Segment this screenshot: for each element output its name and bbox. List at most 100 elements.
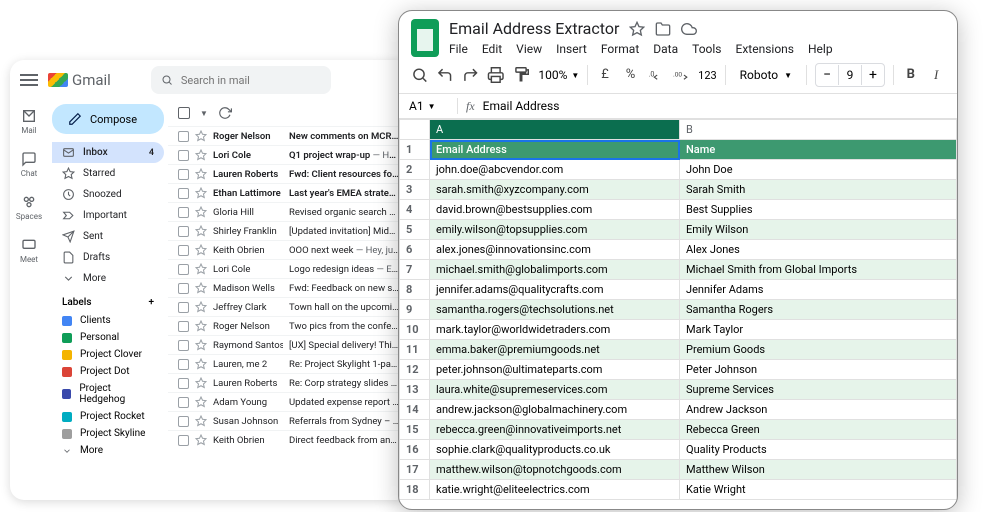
cell[interactable]: Rebecca Green [680, 420, 957, 440]
star-icon[interactable] [195, 282, 207, 294]
mail-row[interactable]: Keith ObrienOOO next week — Hey, just w [168, 240, 410, 259]
spreadsheet-grid[interactable]: AB1Email AddressName2john.doe@abcvendor.… [399, 119, 957, 509]
menu-data[interactable]: Data [653, 42, 678, 56]
document-title[interactable]: Email Address Extractor [449, 19, 619, 38]
cell[interactable]: rebecca.green@innovativeimports.net [430, 420, 680, 440]
label-item[interactable]: Project Skyline [52, 425, 164, 442]
menu-edit[interactable]: Edit [482, 42, 502, 56]
nav-snoozed[interactable]: Snoozed [52, 184, 164, 205]
mail-checkbox[interactable] [178, 397, 189, 408]
col-header-A[interactable]: A [430, 120, 680, 140]
menu-view[interactable]: View [516, 42, 542, 56]
italic-button[interactable]: I [927, 66, 944, 84]
currency-button[interactable]: £ [596, 66, 613, 84]
cell[interactable]: laura.white@supremeservices.com [430, 380, 680, 400]
star-icon[interactable] [195, 358, 207, 370]
mail-row[interactable]: Roger NelsonTwo pics from the conference [168, 316, 410, 335]
row-header-13[interactable]: 13 [400, 380, 430, 400]
col-header-B[interactable]: B [680, 120, 957, 140]
mail-row[interactable]: Roger NelsonNew comments on MCR dra [168, 126, 410, 145]
star-icon[interactable] [195, 130, 207, 142]
print-icon[interactable] [487, 66, 504, 84]
mail-checkbox[interactable] [178, 302, 189, 313]
font-selector[interactable]: Roboto ▼ [734, 66, 798, 84]
mail-checkbox[interactable] [178, 340, 189, 351]
mail-row[interactable]: Keith ObrienDirect feedback from another [168, 430, 410, 449]
cell[interactable]: emily.wilson@topsupplies.com [430, 220, 680, 240]
label-item[interactable]: Project Rocket [52, 408, 164, 425]
mail-checkbox[interactable] [178, 207, 189, 218]
star-icon[interactable] [195, 320, 207, 332]
mail-row[interactable]: Lori ColeQ1 project wrap-up — Here t [168, 145, 410, 164]
refresh-icon[interactable] [218, 106, 232, 120]
nav-starred[interactable]: Starred [52, 163, 164, 184]
cell[interactable]: john.doe@abcvendor.com [430, 160, 680, 180]
star-icon[interactable] [195, 301, 207, 313]
mail-row[interactable]: Lori ColeLogo redesign ideas — Excelle [168, 259, 410, 278]
row-header-6[interactable]: 6 [400, 240, 430, 260]
cell[interactable]: Andrew Jackson [680, 400, 957, 420]
increase-decimal-icon[interactable]: .00 [673, 66, 690, 84]
mail-row[interactable]: Lauren RobertsRe: Corp strategy slides —… [168, 373, 410, 392]
paint-format-icon[interactable] [513, 66, 530, 84]
label-item[interactable]: Project Clover [52, 346, 164, 363]
rail-item-meet[interactable]: Meet [20, 237, 38, 264]
cell[interactable]: matthew.wilson@topnotchgoods.com [430, 460, 680, 480]
mail-row[interactable]: Adam YoungUpdated expense report temp [168, 392, 410, 411]
cell[interactable]: Emily Wilson [680, 220, 957, 240]
cell[interactable]: michael.smith@globalimports.com [430, 260, 680, 280]
redo-icon[interactable] [462, 66, 479, 84]
cell[interactable]: Quality Products [680, 440, 957, 460]
decrease-decimal-icon[interactable]: .0 [647, 66, 664, 84]
menu-format[interactable]: Format [601, 42, 639, 56]
cell[interactable]: sarah.smith@xyzcompany.com [430, 180, 680, 200]
row-header-12[interactable]: 12 [400, 360, 430, 380]
cell[interactable]: peter.johnson@ultimateparts.com [430, 360, 680, 380]
percent-button[interactable]: % [622, 66, 639, 84]
cell[interactable]: Samantha Rogers [680, 300, 957, 320]
header-cell[interactable]: Name [680, 140, 957, 160]
row-header-17[interactable]: 17 [400, 460, 430, 480]
cell[interactable]: John Doe [680, 160, 957, 180]
undo-icon[interactable] [436, 66, 453, 84]
cell[interactable]: Premium Goods [680, 340, 957, 360]
cell[interactable]: Peter Johnson [680, 360, 957, 380]
cell[interactable]: Michael Smith from Global Imports [680, 260, 957, 280]
mail-checkbox[interactable] [178, 378, 189, 389]
mail-checkbox[interactable] [178, 188, 189, 199]
formula-input[interactable]: Email Address [483, 99, 947, 113]
corner-cell[interactable] [400, 120, 430, 140]
cell[interactable]: david.brown@bestsupplies.com [430, 200, 680, 220]
font-size-input[interactable] [838, 65, 862, 85]
mail-row[interactable]: Susan JohnsonReferrals from Sydney – nee… [168, 411, 410, 430]
compose-button[interactable]: Compose [52, 104, 164, 134]
cell[interactable]: katie.wright@eliteelectrics.com [430, 480, 680, 500]
star-icon[interactable] [195, 377, 207, 389]
nav-inbox[interactable]: Inbox4 [52, 142, 164, 163]
mail-row[interactable]: Lauren RobertsFwd: Client resources for … [168, 164, 410, 183]
cell[interactable]: alex.jones@innovationsinc.com [430, 240, 680, 260]
star-icon[interactable] [195, 225, 207, 237]
row-header-2[interactable]: 2 [400, 160, 430, 180]
star-icon[interactable] [195, 263, 207, 275]
select-all-checkbox[interactable] [178, 107, 190, 119]
label-item[interactable]: Personal [52, 329, 164, 346]
mail-checkbox[interactable] [178, 283, 189, 294]
row-header-7[interactable]: 7 [400, 260, 430, 280]
cell[interactable]: Supreme Services [680, 380, 957, 400]
star-icon[interactable] [195, 339, 207, 351]
decrease-font-button[interactable]: − [816, 64, 838, 86]
add-label-icon[interactable]: + [148, 297, 154, 308]
mail-row[interactable]: Ethan LattimoreLast year's EMEA strategy… [168, 183, 410, 202]
star-icon[interactable] [195, 168, 207, 180]
star-icon[interactable] [195, 396, 207, 408]
menu-extensions[interactable]: Extensions [736, 42, 794, 56]
cell[interactable]: Matthew Wilson [680, 460, 957, 480]
cell[interactable]: sophie.clark@qualityproducts.co.uk [430, 440, 680, 460]
row-header-5[interactable]: 5 [400, 220, 430, 240]
increase-font-button[interactable]: + [862, 64, 884, 86]
mail-row[interactable]: Jeffrey ClarkTown hall on the upcoming m… [168, 297, 410, 316]
cell[interactable]: mark.taylor@worldwidetraders.com [430, 320, 680, 340]
header-cell[interactable]: Email Address [430, 140, 680, 160]
cell[interactable]: Best Supplies [680, 200, 957, 220]
